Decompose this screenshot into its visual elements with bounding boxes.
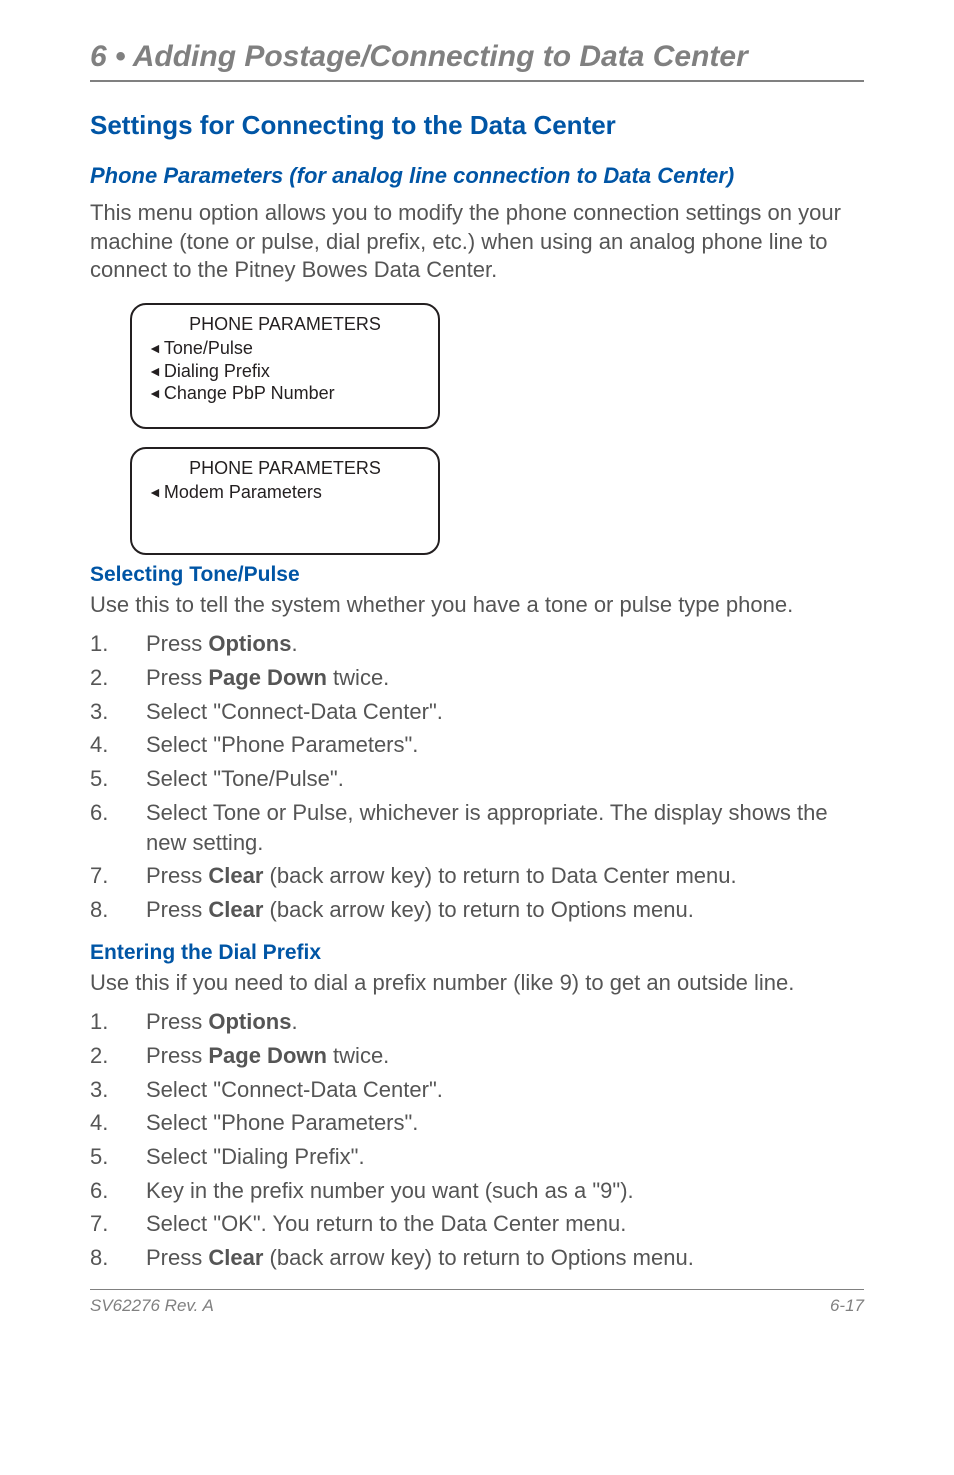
lcd-panel-2: PHONE PARAMETERS Modem Parameters (130, 447, 440, 555)
page-footer: SV62276 Rev. A 6-17 (90, 1296, 864, 1316)
panel1-line-0: Tone/Pulse (142, 337, 428, 360)
list-item: Press Page Down twice. (90, 1041, 864, 1071)
chapter-header: 6 • Adding Postage/Connecting to Data Ce… (90, 40, 864, 74)
panel1-line-1: Dialing Prefix (142, 360, 428, 383)
list-item: Select "Connect-Data Center". (90, 697, 864, 727)
intro-paragraph: This menu option allows you to modify th… (90, 199, 864, 285)
list-item: Select "OK". You return to the Data Cent… (90, 1209, 864, 1239)
page-container: 6 • Adding Postage/Connecting to Data Ce… (0, 0, 954, 1346)
footer-left: SV62276 Rev. A (90, 1296, 214, 1316)
panel2-title: PHONE PARAMETERS (142, 457, 428, 480)
panel1-line-2: Change PbP Number (142, 382, 428, 405)
dial-prefix-steps: Press Options. Press Page Down twice. Se… (90, 1007, 864, 1273)
list-item: Select "Phone Parameters". (90, 1108, 864, 1138)
list-item: Press Clear (back arrow key) to return t… (90, 1243, 864, 1273)
dial-prefix-lead: Use this if you need to dial a prefix nu… (90, 969, 864, 998)
list-item: Press Options. (90, 1007, 864, 1037)
list-item: Press Page Down twice. (90, 663, 864, 693)
header-rule (90, 80, 864, 82)
list-item: Press Options. (90, 629, 864, 659)
list-item: Press Clear (back arrow key) to return t… (90, 895, 864, 925)
list-item: Select Tone or Pulse, whichever is appro… (90, 798, 864, 857)
footer-rule (90, 1289, 864, 1290)
list-item: Key in the prefix number you want (such … (90, 1176, 864, 1206)
list-item: Select "Dialing Prefix". (90, 1142, 864, 1172)
section-title: Settings for Connecting to the Data Cent… (90, 110, 864, 141)
dial-prefix-heading: Entering the Dial Prefix (90, 941, 864, 965)
list-item: Press Clear (back arrow key) to return t… (90, 861, 864, 891)
list-item: Select "Connect-Data Center". (90, 1075, 864, 1105)
lcd-panel-1: PHONE PARAMETERS Tone/Pulse Dialing Pref… (130, 303, 440, 429)
list-item: Select "Tone/Pulse". (90, 764, 864, 794)
tone-pulse-lead: Use this to tell the system whether you … (90, 591, 864, 620)
tone-pulse-steps: Press Options. Press Page Down twice. Se… (90, 629, 864, 924)
tone-pulse-heading: Selecting Tone/Pulse (90, 563, 864, 587)
panel1-title: PHONE PARAMETERS (142, 313, 428, 336)
list-item: Select "Phone Parameters". (90, 730, 864, 760)
subsection-title: Phone Parameters (for analog line connec… (90, 163, 864, 189)
panel2-line-0: Modem Parameters (142, 481, 428, 504)
footer-right: 6-17 (830, 1296, 864, 1316)
